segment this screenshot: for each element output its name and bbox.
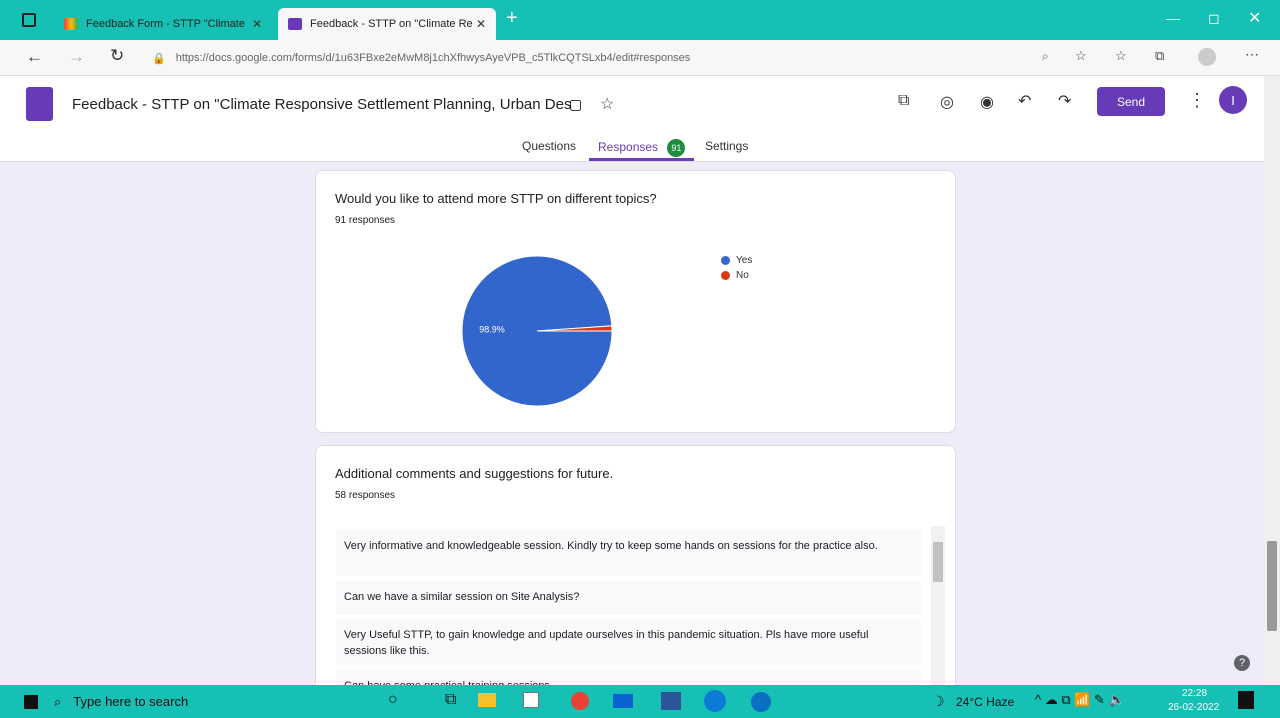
more-options-icon[interactable]: ⋮ bbox=[1188, 90, 1206, 111]
scrollbar-thumb[interactable] bbox=[933, 542, 943, 582]
weather-icon: ☽ bbox=[932, 693, 945, 709]
legend-yes-swatch bbox=[721, 256, 730, 265]
avatar[interactable]: I bbox=[1219, 86, 1247, 114]
form-title: Feedback - STTP on "Climate Responsive S… bbox=[72, 96, 572, 113]
more-icon[interactable]: ⋯ bbox=[1245, 46, 1259, 63]
send-button[interactable]: Send bbox=[1097, 87, 1165, 116]
app-icon[interactable] bbox=[751, 692, 771, 712]
list-item: Very Useful STTP, to gain knowledge and … bbox=[336, 619, 921, 665]
browser-addressbar: ← → ↻ 🔒 https://docs.google.com/forms/d/… bbox=[0, 40, 1280, 76]
star-icon[interactable]: ☆ bbox=[600, 94, 614, 114]
question-title: Additional comments and suggestions for … bbox=[335, 466, 614, 481]
forms-icon bbox=[288, 18, 302, 30]
legend-no-label: No bbox=[736, 270, 749, 281]
collections-icon[interactable]: ⧉ bbox=[1155, 48, 1164, 64]
preview-icon[interactable]: ◉ bbox=[980, 92, 994, 112]
windows-taskbar: ⌕ Type here to search ○ ⧉ ☽ 24°C Haze ^ … bbox=[0, 685, 1280, 718]
task-view-icon[interactable]: ⧉ bbox=[445, 691, 456, 709]
lock-icon: 🔒 bbox=[152, 52, 166, 65]
list-item: Very informative and knowledgeable sessi… bbox=[336, 530, 921, 576]
read-aloud-icon[interactable]: ☆ bbox=[1075, 48, 1087, 64]
explorer-icon[interactable] bbox=[478, 693, 496, 707]
store-icon[interactable] bbox=[523, 692, 539, 708]
scrollbar-thumb[interactable] bbox=[1267, 541, 1277, 631]
notifications-icon[interactable] bbox=[1238, 691, 1254, 709]
tab-responses[interactable]: Responses 91 bbox=[598, 139, 686, 157]
favorites-icon[interactable]: ☆ bbox=[1115, 48, 1127, 64]
close-icon[interactable]: ✕ bbox=[476, 17, 486, 31]
responses-count-badge: 91 bbox=[667, 139, 686, 157]
clock-date[interactable]: 26-02-2022 bbox=[1168, 702, 1219, 713]
tray-icons[interactable]: ^ ☁ ⧉ 📶 ✎ 🔈 bbox=[1035, 692, 1125, 708]
help-icon[interactable]: ? bbox=[1234, 655, 1250, 671]
weather-text[interactable]: 24°C Haze bbox=[956, 695, 1014, 709]
palette-icon[interactable]: ◎ bbox=[940, 92, 954, 112]
responses-scrollbar[interactable] bbox=[931, 526, 945, 685]
url-field[interactable]: 🔒 https://docs.google.com/forms/d/1u63FB… bbox=[152, 46, 1082, 70]
refresh-icon[interactable]: ↻ bbox=[110, 46, 124, 66]
browser-tabbar: Feedback Form - STTP "Climate ✕ Feedback… bbox=[0, 0, 1280, 40]
profile-icon[interactable] bbox=[1198, 48, 1216, 66]
comments-question-card: Additional comments and suggestions for … bbox=[315, 445, 956, 685]
addon-icon[interactable]: ⧉ bbox=[898, 92, 909, 110]
legend-yes: Yes bbox=[721, 255, 752, 266]
cortana-icon[interactable]: ○ bbox=[388, 691, 398, 709]
undo-icon[interactable]: ↶ bbox=[1018, 91, 1031, 111]
close-icon[interactable]: ✕ bbox=[252, 17, 262, 31]
legend-yes-label: Yes bbox=[736, 255, 753, 266]
taskbar-search[interactable]: ⌕ Type here to search bbox=[54, 689, 354, 714]
mail-icon[interactable] bbox=[613, 694, 633, 708]
windows-start-icon[interactable] bbox=[24, 695, 38, 709]
edge-icon[interactable] bbox=[704, 690, 726, 712]
response-count: 58 responses bbox=[335, 490, 396, 501]
legend-no: No bbox=[721, 270, 749, 281]
clock-time[interactable]: 22:28 bbox=[1182, 688, 1207, 699]
tab-questions[interactable]: Questions bbox=[522, 139, 576, 153]
back-icon[interactable]: ← bbox=[26, 47, 43, 67]
active-tab-indicator bbox=[589, 158, 694, 161]
folder-icon[interactable]: ▢ bbox=[569, 96, 582, 113]
forward-icon[interactable]: → bbox=[68, 47, 85, 67]
tab-feedback-form[interactable]: Feedback Form - STTP "Climate ✕ bbox=[54, 8, 272, 40]
tab-title: Feedback - STTP on "Climate Re bbox=[310, 18, 473, 30]
search-icon: ⌕ bbox=[54, 693, 62, 709]
pie-data-label: 98.9% bbox=[479, 325, 505, 335]
tab-feedback-responses[interactable]: Feedback - STTP on "Climate Re ✕ bbox=[278, 8, 496, 40]
legend-no-swatch bbox=[721, 271, 730, 280]
new-tab-button[interactable]: + bbox=[506, 7, 518, 30]
minimize-button[interactable]: — bbox=[1166, 10, 1180, 26]
redo-icon[interactable]: ↷ bbox=[1058, 91, 1071, 111]
word-icon[interactable] bbox=[661, 692, 681, 710]
responses-label: Responses bbox=[598, 140, 659, 154]
tab-actions-icon[interactable] bbox=[22, 13, 36, 27]
gmail-icon bbox=[64, 18, 78, 30]
pie-chart: 98.9% bbox=[461, 255, 613, 407]
list-item: Can have some practical training session… bbox=[336, 670, 921, 685]
close-window-button[interactable]: ✕ bbox=[1248, 8, 1261, 28]
maximize-button[interactable]: ◻ bbox=[1208, 10, 1220, 27]
zoom-icon[interactable]: ⌕ bbox=[1042, 49, 1049, 64]
list-item: Can we have a similar session on Site An… bbox=[336, 581, 921, 615]
attend-question-card: Would you like to attend more STTP on di… bbox=[315, 170, 956, 433]
tab-settings[interactable]: Settings bbox=[705, 139, 748, 153]
tab-title: Feedback Form - STTP "Climate bbox=[86, 18, 245, 30]
form-header: Feedback - STTP on "Climate Responsive S… bbox=[0, 76, 1280, 162]
forms-logo-icon bbox=[26, 87, 53, 121]
page-scrollbar[interactable] bbox=[1264, 76, 1280, 685]
chrome-icon[interactable] bbox=[571, 692, 589, 710]
